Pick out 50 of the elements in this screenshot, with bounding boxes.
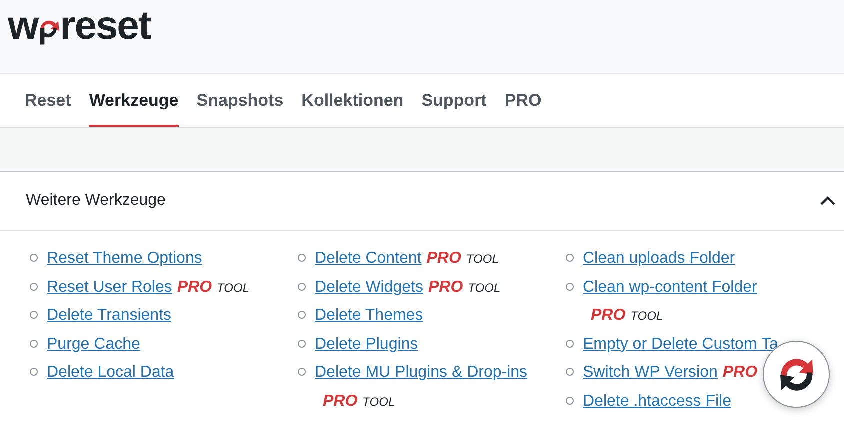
bullet-icon (30, 340, 38, 348)
tool-label: TOOL (468, 280, 501, 295)
bullet-icon (566, 282, 574, 291)
tool-link[interactable]: Reset User Roles (47, 278, 172, 296)
bullet-icon (298, 282, 306, 291)
tool-link[interactable]: Purge Cache (47, 336, 140, 353)
tool-link[interactable]: Delete Local Data (47, 364, 174, 382)
bullet-icon (298, 368, 306, 376)
bullet-icon (30, 254, 38, 262)
tool-link[interactable]: Delete Plugins (315, 336, 418, 353)
tool-label: TOOL (466, 252, 499, 266)
bullet-icon (566, 254, 574, 262)
tool-link[interactable]: Clean uploads Folder (583, 250, 736, 267)
bullet-icon (566, 340, 574, 348)
tool-link[interactable]: Delete Themes (315, 307, 424, 324)
tool-link[interactable]: Empty or Delete Custom Ta (583, 336, 778, 353)
pro-label: PRO (426, 250, 462, 267)
bullet-icon (298, 340, 306, 348)
tab[interactable]: Snapshots (196, 74, 284, 127)
panel-title: Weitere Werkzeuge (26, 192, 166, 210)
pro-label: PRO (323, 392, 358, 410)
tool-label: TOOL (630, 309, 664, 324)
bullet-icon (566, 396, 574, 405)
bullet-icon (30, 311, 38, 320)
pro-label: PRO (591, 307, 626, 324)
chevron-icon[interactable] (820, 196, 836, 206)
tool-link[interactable]: Delete Content (315, 250, 422, 267)
tool-link[interactable]: Delete Transients (47, 307, 172, 324)
bullet-icon (566, 368, 574, 376)
tool-link[interactable]: Clean wp-content Folder (583, 278, 758, 296)
logo-text: reset (60, 6, 151, 46)
tool-link[interactable]: Delete MU Plugins & Drop-ins (315, 364, 528, 382)
tool-link[interactable]: Reset Theme Options (47, 250, 202, 267)
tab[interactable]: Support (422, 74, 487, 127)
bullet-icon (30, 368, 38, 376)
bullet-icon (298, 254, 306, 262)
tool-link[interactable]: Delete .htaccess File (583, 392, 732, 410)
bullet-icon (30, 282, 38, 291)
bullet-icon (298, 311, 306, 320)
pro-label: PRO (177, 278, 212, 296)
tab[interactable]: Reset (25, 74, 72, 127)
tool-label: TOOL (217, 280, 250, 295)
tool-label: TOOL (362, 394, 396, 409)
tab[interactable]: PRO (504, 74, 542, 127)
pro-label: PRO (428, 278, 464, 296)
pro-label: PRO (722, 364, 758, 382)
tool-link[interactable]: Switch WP Version (583, 364, 718, 382)
tab[interactable]: Kollektionen (302, 74, 404, 127)
tool-link[interactable]: Delete Widgets (315, 278, 424, 296)
logo-text: w (8, 6, 38, 46)
